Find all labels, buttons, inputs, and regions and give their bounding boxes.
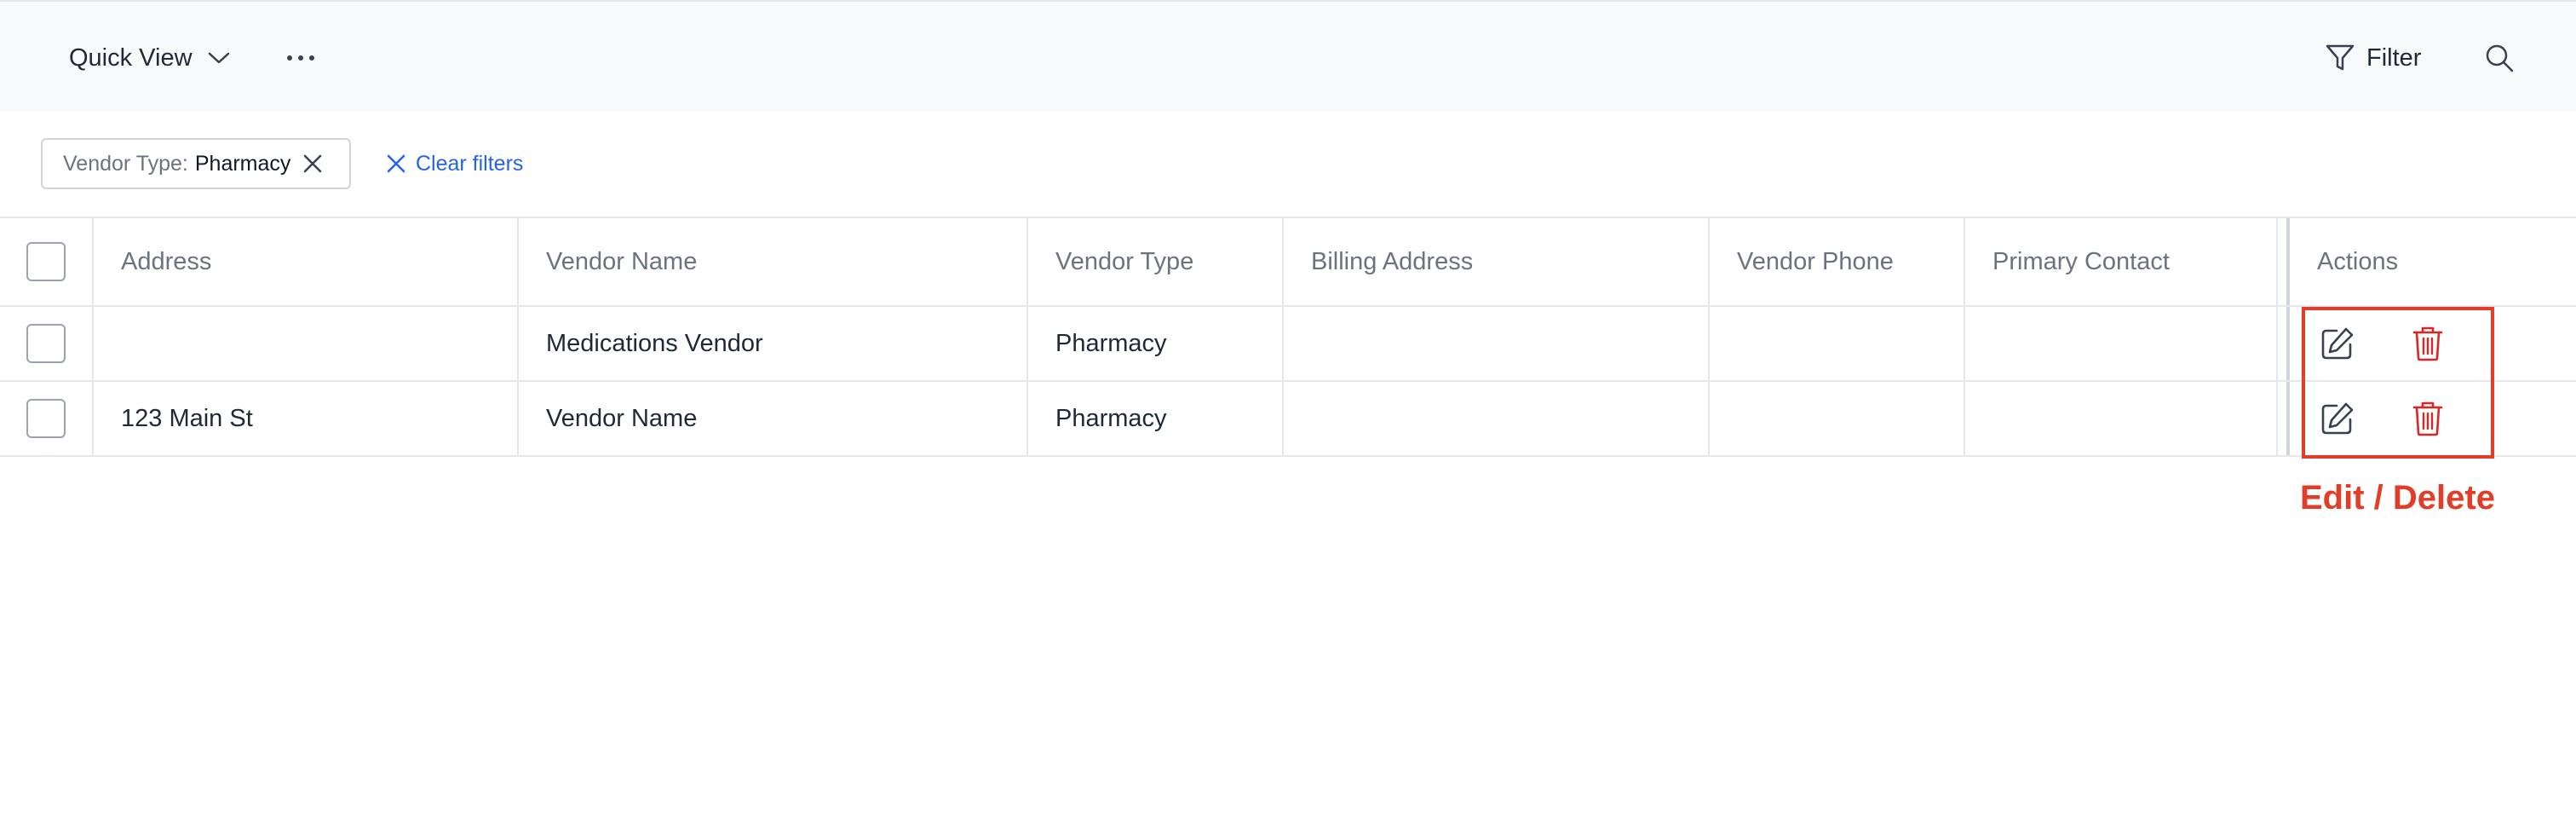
clear-filters-link[interactable]: Clear filters xyxy=(387,148,523,179)
cell-billing-address xyxy=(1284,307,1710,380)
column-divider xyxy=(2278,307,2290,380)
cell-actions xyxy=(2290,382,2576,455)
filter-chip-key: Vendor Type: xyxy=(63,151,188,176)
filter-button[interactable]: Filter xyxy=(2326,39,2421,77)
more-options-button[interactable] xyxy=(284,39,318,77)
header-select-cell xyxy=(0,218,94,305)
edit-icon xyxy=(2321,327,2354,360)
column-header-actions: Actions xyxy=(2317,247,2399,275)
remove-filter-button[interactable] xyxy=(302,153,323,174)
cell-primary-contact xyxy=(1965,382,2278,455)
cell-vendor-phone xyxy=(1710,382,1965,455)
table-row[interactable]: 123 Main St Vendor Name Pharmacy xyxy=(0,382,2576,457)
quick-view-label: Quick View xyxy=(69,43,193,72)
annotation-label: Edit / Delete xyxy=(2300,479,2495,517)
search-icon xyxy=(2486,44,2514,72)
cell-vendor-type: Pharmacy xyxy=(1028,382,1284,455)
close-icon xyxy=(304,154,322,173)
cell-vendor-type: Pharmacy xyxy=(1028,307,1284,380)
search-button[interactable] xyxy=(2482,41,2516,75)
cell-vendor-name: Vendor Name xyxy=(519,382,1028,455)
row-checkbox[interactable] xyxy=(26,324,66,363)
column-header-vendor-name[interactable]: Vendor Name xyxy=(519,218,1028,305)
cell-vendor-name: Medications Vendor xyxy=(519,307,1028,380)
column-header-primary-contact[interactable]: Primary Contact xyxy=(1965,218,2278,305)
trash-icon xyxy=(2412,401,2443,436)
delete-button[interactable] xyxy=(2407,323,2448,364)
clear-filters-label: Clear filters xyxy=(416,151,524,176)
chevron-down-icon xyxy=(208,52,229,64)
column-header-address[interactable]: Address xyxy=(94,218,519,305)
column-header-billing-address[interactable]: Billing Address xyxy=(1284,218,1710,305)
filter-chip-value: Pharmacy xyxy=(194,151,291,176)
table-header-row: Address Vendor Name Vendor Type Billing … xyxy=(0,218,2576,307)
select-all-checkbox[interactable] xyxy=(26,242,66,281)
cell-actions xyxy=(2290,307,2576,380)
column-header-vendor-phone[interactable]: Vendor Phone xyxy=(1710,218,1965,305)
delete-button[interactable] xyxy=(2407,398,2448,439)
filter-chip-vendor-type: Vendor Type: Pharmacy xyxy=(41,138,351,189)
close-icon xyxy=(387,154,405,173)
more-horizontal-icon xyxy=(287,55,314,61)
filter-icon xyxy=(2326,44,2355,71)
cell-vendor-phone xyxy=(1710,307,1965,380)
filter-label: Filter xyxy=(2366,43,2422,72)
row-select-cell xyxy=(0,307,94,380)
trash-icon xyxy=(2412,326,2443,361)
vendors-table: Address Vendor Name Vendor Type Billing … xyxy=(0,216,2576,457)
cell-address xyxy=(94,307,519,380)
toolbar: Quick View Filter xyxy=(0,0,2576,111)
quick-view-dropdown[interactable]: Quick View xyxy=(69,39,230,77)
edit-button[interactable] xyxy=(2317,323,2358,364)
edit-button[interactable] xyxy=(2317,398,2358,439)
column-header-vendor-type[interactable]: Vendor Type xyxy=(1028,218,1284,305)
edit-icon xyxy=(2321,402,2354,435)
cell-billing-address xyxy=(1284,382,1710,455)
column-resize-handle[interactable] xyxy=(2278,218,2290,305)
table-row[interactable]: Medications Vendor Pharmacy xyxy=(0,307,2576,382)
cell-address: 123 Main St xyxy=(94,382,519,455)
row-checkbox[interactable] xyxy=(26,399,66,438)
column-divider xyxy=(2278,382,2290,455)
row-select-cell xyxy=(0,382,94,455)
cell-primary-contact xyxy=(1965,307,2278,380)
